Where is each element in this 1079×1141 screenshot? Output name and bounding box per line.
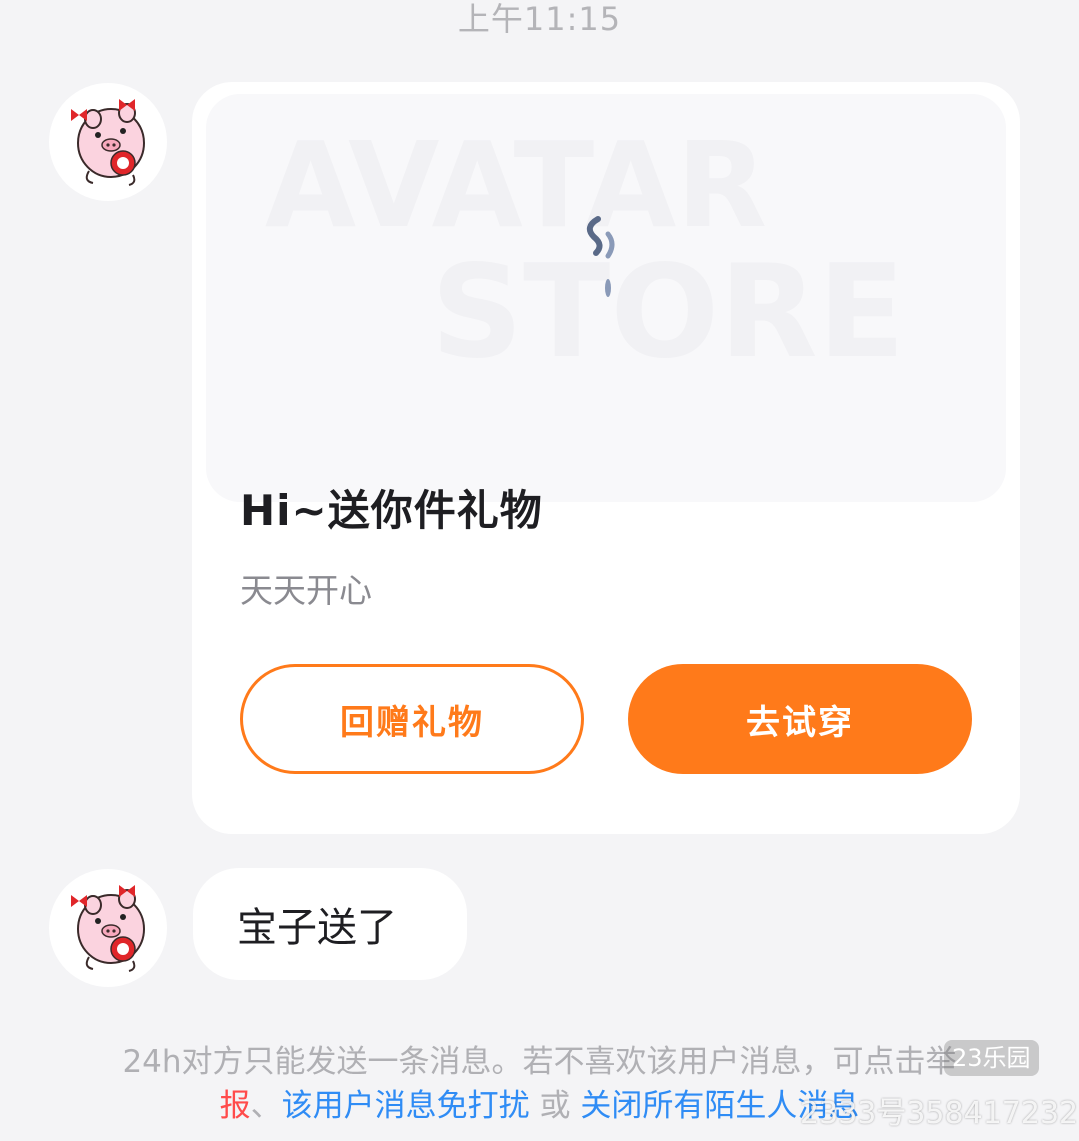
- message-text: 宝子送了: [237, 905, 397, 951]
- banner-text-avatar: AVATAR: [265, 116, 767, 254]
- gift-subtitle: 天天开心: [240, 571, 372, 610]
- gift-title: Hi~送你件礼物: [240, 486, 543, 535]
- watermark-text: 2333号358417232: [800, 1096, 1079, 1131]
- watermark-badge: 23乐园: [944, 1040, 1039, 1076]
- avatar-store-banner: AVATAR STORE: [206, 94, 1006, 502]
- pig-avatar-icon: [71, 885, 145, 972]
- gift-card[interactable]: AVATAR STORE Hi~送你件礼物 天天开心 回赠礼物 去试穿: [192, 82, 1020, 834]
- pig-avatar-icon: [71, 99, 145, 186]
- notice-or-text: 或: [529, 1088, 581, 1124]
- notice-line-1: 24h对方只能发送一条消息。若不喜欢该用户消息，可点击举: [122, 1044, 957, 1080]
- message-timestamp: 上午11:15: [457, 0, 622, 38]
- text-message-bubble[interactable]: 宝子送了: [193, 868, 467, 980]
- try-on-button[interactable]: 去试穿: [628, 664, 972, 774]
- notice-separator: 、: [250, 1088, 282, 1124]
- report-link[interactable]: 报: [220, 1088, 251, 1124]
- mute-user-link[interactable]: 该用户消息免打扰: [282, 1088, 530, 1124]
- banner-text-store: STORE: [431, 238, 905, 387]
- sender-avatar[interactable]: [49, 869, 167, 987]
- sender-avatar[interactable]: [49, 83, 167, 201]
- return-gift-button[interactable]: 回赠礼物: [240, 664, 584, 774]
